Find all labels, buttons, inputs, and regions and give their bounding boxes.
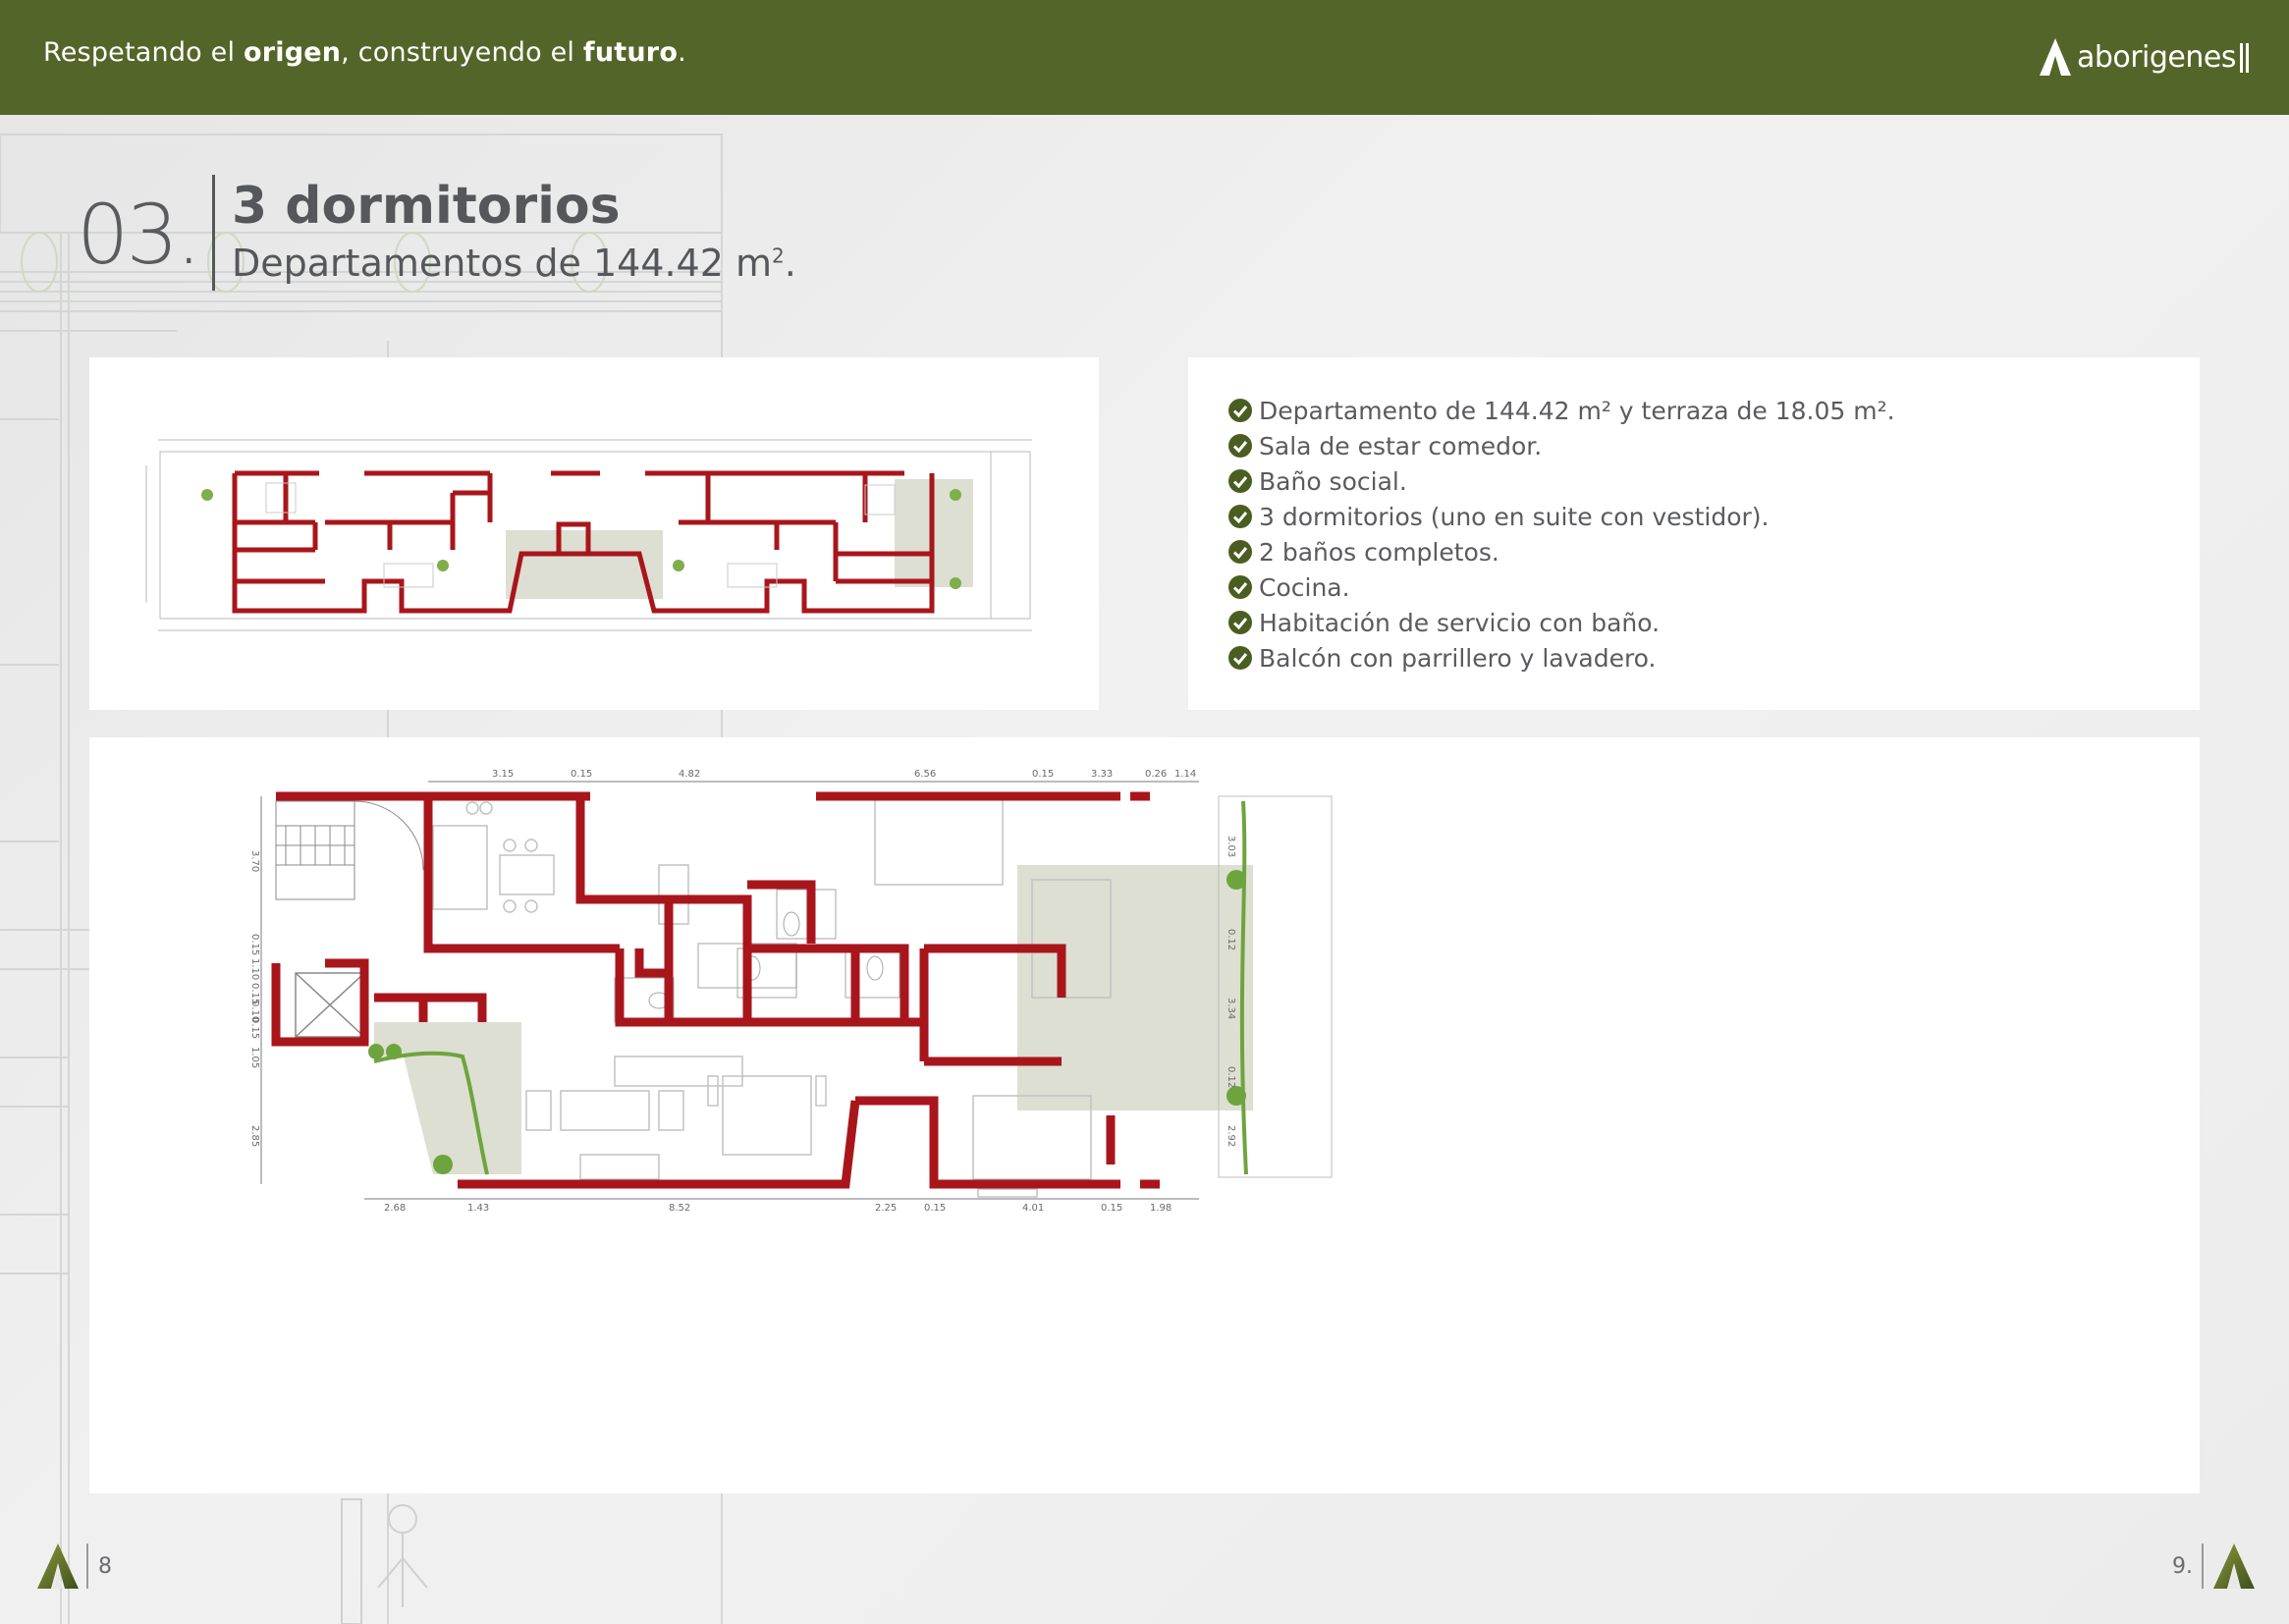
dim-label: 2.85	[249, 1125, 260, 1147]
features-list: Departamento de 144.42 m² y terraza de 1…	[1227, 393, 1895, 676]
furniture	[432, 795, 1112, 1198]
brand-bars-icon	[2240, 43, 2249, 73]
dim-label: 3.03	[1226, 836, 1236, 857]
feature-item: Baño social.	[1227, 463, 1895, 499]
dimension-labels-bottom: 2.68 1.43 8.52 2.25 0.15 4.01 0.15 1.98	[384, 1203, 1172, 1214]
page-number-right: 9.	[2172, 1554, 2193, 1579]
dim-label: 1.10	[249, 958, 260, 980]
tagline: Respetando el origen, construyendo el fu…	[43, 37, 686, 68]
title-divider	[212, 175, 215, 291]
dim-label: 0.15	[249, 1017, 260, 1039]
section-number: 03.	[77, 187, 202, 283]
check-circle-icon	[1228, 611, 1252, 634]
tagline-text: .	[678, 37, 686, 68]
check-circle-icon	[1228, 399, 1252, 422]
feature-text: Sala de estar comedor.	[1259, 431, 1543, 460]
check-circle-icon	[1228, 575, 1252, 599]
dim-label: 0.15	[249, 934, 260, 955]
dim-label: 4.01	[1022, 1203, 1044, 1214]
dimension-labels-left: 3.70 0.15 1.10 0.15 0.10 0.15 1.05 2.85	[249, 850, 260, 1147]
subtitle-superscript: 2	[772, 244, 785, 268]
feature-text: Balcón con parrillero y lavadero.	[1259, 643, 1657, 673]
feature-item: Sala de estar comedor.	[1227, 428, 1895, 463]
dim-label: 1.98	[1150, 1203, 1172, 1214]
dim-label: 0.12	[1226, 929, 1236, 950]
feature-text: 2 baños completos.	[1259, 537, 1499, 567]
floor-plan-overview-card	[89, 357, 1099, 710]
footer-separator	[86, 1543, 88, 1589]
dim-label: 3.70	[249, 850, 260, 872]
feature-item: Cocina.	[1227, 569, 1895, 605]
floor-plan-detail-card: 3.15 0.15 4.82 6.56 0.15 3.33 0.26 1.14 …	[89, 737, 2200, 1493]
terrace-right-area	[1017, 865, 1253, 1110]
dim-label: 3.33	[1091, 769, 1113, 780]
dim-label: 3.34	[1226, 998, 1236, 1019]
footer-logo-left-icon	[37, 1543, 79, 1589]
feature-text: 3 dormitorios (uno en suite con vestidor…	[1259, 502, 1770, 531]
dim-label: 4.82	[679, 769, 700, 780]
dim-label: 1.14	[1174, 769, 1196, 780]
feature-item: Habitación de servicio con baño.	[1227, 605, 1895, 640]
dim-label: 0.15	[924, 1203, 946, 1214]
feature-text: Cocina.	[1259, 572, 1350, 602]
footer-separator	[2202, 1543, 2204, 1589]
check-circle-icon	[1228, 540, 1252, 564]
dim-label: 2.92	[1226, 1125, 1236, 1147]
dim-label: 2.25	[875, 1203, 897, 1214]
brand-logo: aborigenes	[2038, 33, 2252, 81]
tagline-bold-futuro: futuro	[582, 37, 679, 68]
feature-item: Departamento de 144.42 m² y terraza de 1…	[1227, 393, 1895, 428]
dimension-labels-top: 3.15 0.15 4.82 6.56 0.15 3.33 0.26 1.14	[492, 769, 1196, 780]
check-circle-icon	[1228, 434, 1252, 458]
check-circle-icon	[1228, 646, 1252, 670]
staircase	[275, 800, 424, 900]
section-subtitle: Departamentos de 144.42 m2.	[232, 242, 796, 285]
dim-label: 0.26	[1145, 769, 1167, 780]
subtitle-end: .	[784, 242, 796, 285]
dim-label: 0.15	[1101, 1203, 1122, 1214]
dim-label: 1.05	[249, 1047, 260, 1068]
elevator	[295, 972, 365, 1038]
check-circle-icon	[1228, 469, 1252, 493]
footer-logo-right-icon	[2213, 1543, 2255, 1589]
feature-text: Departamento de 144.42 m² y terraza de 1…	[1259, 396, 1895, 425]
page-number-left: 8	[98, 1554, 112, 1579]
feature-item: 3 dormitorios (uno en suite con vestidor…	[1227, 499, 1895, 534]
dim-label: 8.52	[669, 1203, 690, 1214]
section-title: 3 dormitorios	[232, 177, 621, 236]
dim-label: 3.15	[492, 769, 514, 780]
tagline-text: , construyendo el	[341, 37, 583, 68]
check-circle-icon	[1228, 505, 1252, 528]
dim-label: 1.43	[467, 1203, 489, 1214]
features-card: Departamento de 144.42 m² y terraza de 1…	[1188, 357, 2200, 710]
dim-label: 6.56	[914, 769, 936, 780]
tagline-text: Respetando el	[43, 37, 244, 68]
floor-plan-detail: 3.15 0.15 4.82 6.56 0.15 3.33 0.26 1.14 …	[249, 769, 1333, 1214]
feature-text: Baño social.	[1259, 466, 1407, 496]
logo-mark-icon	[2039, 38, 2071, 76]
feature-item: Balcón con parrillero y lavadero.	[1227, 640, 1895, 676]
dim-label: 0.15	[1032, 769, 1054, 780]
dim-label: 0.15	[571, 769, 592, 780]
feature-text: Habitación de servicio con baño.	[1259, 608, 1661, 637]
dim-label: 0.12	[1226, 1066, 1236, 1088]
dim-label: 2.68	[384, 1203, 406, 1214]
floor-plan-overview	[145, 439, 1032, 631]
subtitle-text: Departamentos de 144.42 m	[232, 242, 772, 285]
feature-item: 2 baños completos.	[1227, 534, 1895, 569]
header-bar: Respetando el origen, construyendo el fu…	[0, 0, 2289, 115]
tagline-bold-origen: origen	[243, 37, 342, 68]
brand-name: aborigenes	[2076, 39, 2237, 75]
